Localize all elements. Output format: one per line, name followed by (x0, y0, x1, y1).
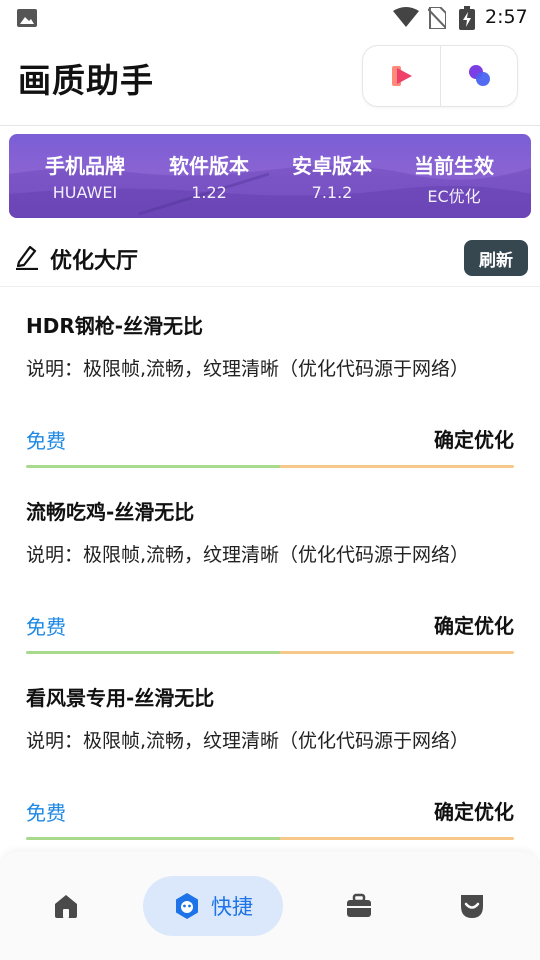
optimization-card: 看风景专用-丝滑无比 说明：极限帧,流畅，纹理清晰（优化代码源于网络） 免费 确… (0, 662, 540, 848)
quick-icon (176, 893, 198, 919)
nav-quick-label: 快捷 (211, 895, 253, 919)
banner-label: 当前生效 (414, 154, 494, 178)
play-icon (391, 66, 412, 86)
share-button[interactable] (441, 46, 518, 106)
banner-label: 手机品牌 (45, 154, 125, 178)
confirm-optimize-button[interactable]: 确定优化 (434, 610, 514, 639)
no-sim-icon (428, 7, 446, 29)
status-time: 2:57 (485, 6, 528, 28)
section-title: 优化大厅 (50, 249, 139, 274)
nav-tools[interactable] (323, 852, 395, 960)
optimization-card: 流畅吃鸡-丝滑无比 说明：极限帧,流畅，纹理清晰（优化代码源于网络） 免费 确定… (0, 476, 540, 662)
header-action-group (362, 45, 518, 107)
banner-item-brand: 手机品牌 HUAWEI (25, 150, 145, 202)
home-icon (55, 895, 77, 918)
status-bar: 2:57 (0, 0, 540, 36)
nav-home[interactable] (30, 852, 102, 960)
app-title: 画质助手 (18, 61, 154, 100)
card-price: 免费 (26, 615, 66, 639)
banner-label: 软件版本 (169, 154, 249, 178)
bottom-navigation: 快捷 (0, 852, 540, 960)
banner-item-active: 当前生效 EC优化 (394, 150, 514, 207)
card-divider-bar (26, 837, 514, 840)
card-divider-bar (26, 465, 514, 468)
banner-label: 安卓版本 (292, 154, 372, 178)
wifi-icon (393, 7, 419, 27)
banner-value: 1.22 (191, 183, 227, 202)
banner-value: HUAWEI (52, 183, 118, 202)
briefcase-icon (347, 893, 371, 917)
banner-item-android-version: 安卓版本 7.1.2 (272, 150, 392, 202)
header-divider (0, 125, 540, 126)
refresh-button[interactable]: 刷新 (464, 240, 528, 276)
device-info-banner: 手机品牌 HUAWEI 软件版本 1.22 安卓版本 7.1.2 当前生效 EC… (9, 134, 531, 218)
banner-item-app-version: 软件版本 1.22 (149, 150, 269, 202)
banner-value: 7.1.2 (311, 183, 353, 202)
card-description: 说明：极限帧,流畅，纹理清晰（优化代码源于网络） (26, 730, 470, 752)
image-notification-icon (17, 9, 37, 27)
card-description: 说明：极限帧,流畅，纹理清晰（优化代码源于网络） (26, 544, 470, 566)
card-price: 免费 (26, 429, 66, 453)
card-price: 免费 (26, 801, 66, 825)
shield-icon (461, 895, 483, 918)
card-description: 说明：极限帧,流畅，纹理清晰（优化代码源于网络） (26, 358, 470, 380)
edit-icon (16, 245, 38, 270)
nav-quick[interactable]: 快捷 (143, 876, 283, 936)
battery-charging-icon (459, 6, 475, 30)
confirm-optimize-button[interactable]: 确定优化 (434, 796, 514, 825)
confirm-optimize-button[interactable]: 确定优化 (434, 424, 514, 453)
optimization-card: HDR钢枪-丝滑无比 说明：极限帧,流畅，纹理清晰（优化代码源于网络） 免费 确… (0, 290, 540, 476)
card-title: 看风景专用-丝滑无比 (26, 686, 215, 710)
circles-icon (468, 65, 490, 86)
play-button[interactable] (363, 46, 440, 106)
card-divider-bar (26, 651, 514, 654)
card-title: HDR钢枪-丝滑无比 (26, 314, 204, 338)
card-title: 流畅吃鸡-丝滑无比 (26, 500, 195, 524)
banner-value: EC优化 (427, 187, 481, 206)
nav-profile[interactable] (436, 852, 508, 960)
section-divider (0, 286, 540, 287)
